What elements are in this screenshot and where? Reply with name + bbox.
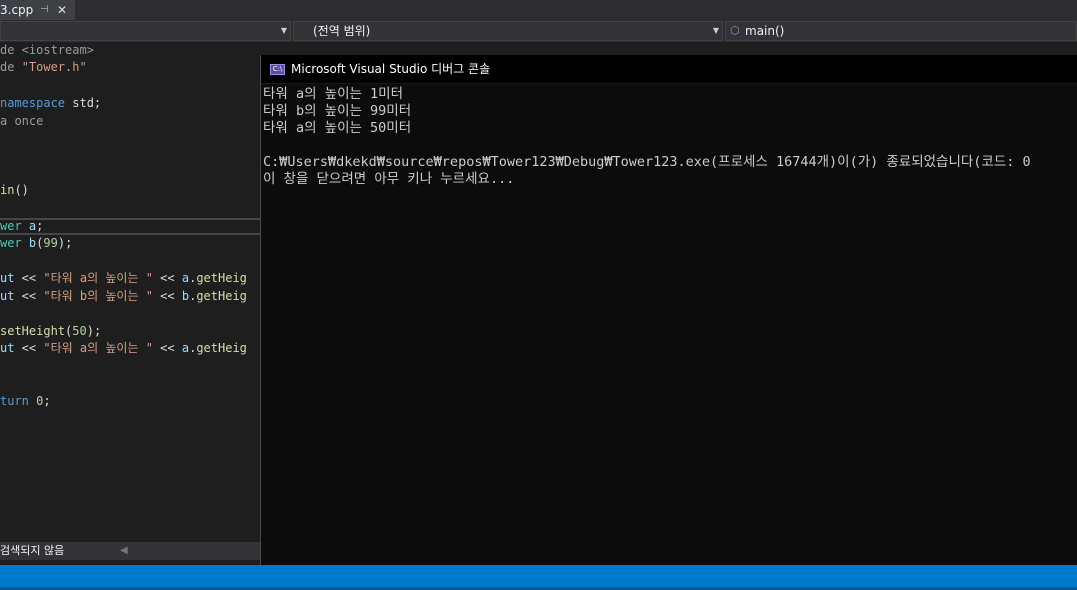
console-line: 이 창을 닫으려면 아무 키나 누르세요... [263, 171, 515, 187]
chevron-down-icon: ▼ [712, 26, 719, 35]
code-line: turn 0; [0, 394, 51, 408]
document-tab[interactable]: 3.cpp ⊣ ✕ [0, 0, 75, 20]
scroll-left-icon[interactable]: ◀ [120, 542, 128, 560]
close-icon[interactable]: ✕ [57, 0, 67, 20]
chevron-down-icon: ▼ [280, 26, 287, 35]
code-line: a once [0, 114, 44, 128]
code-line: wer a; [0, 219, 44, 233]
method-icon: ⬡ [730, 24, 740, 37]
function-dropdown[interactable]: ⬡ main() [725, 21, 1077, 41]
console-title: Microsoft Visual Studio 디버그 콘솔 [291, 62, 491, 76]
console-titlebar[interactable]: C:\ Microsoft Visual Studio 디버그 콘솔 [261, 55, 1077, 84]
console-line: C:₩Users₩dkekd₩source₩repos₩Tower123₩Deb… [263, 154, 1031, 170]
navigation-bar: ▼ (전역 범위) ▼ ⬡ main() [0, 20, 1077, 42]
tab-filename: 3.cpp [0, 3, 34, 17]
code-line: ut << "타워 a의 높이는 " << a.getHeig [0, 341, 247, 355]
pin-icon[interactable]: ⊣ [40, 0, 49, 20]
document-tab-strip: 3.cpp ⊣ ✕ [0, 0, 1077, 20]
code-line: namespace std; [0, 96, 102, 110]
debug-console-window[interactable]: C:\ Microsoft Visual Studio 디버그 콘솔 타워 a의… [260, 55, 1077, 565]
console-line: 타워 b의 높이는 99미터 [263, 103, 412, 119]
code-line: wer b(99); [0, 236, 73, 250]
console-line: 타워 a의 높이는 50미터 [263, 120, 412, 136]
console-app-icon: C:\ [270, 64, 285, 75]
code-line: ut << "타워 a의 높이는 " << a.getHeig [0, 271, 247, 285]
code-line: in() [0, 183, 29, 197]
issues-status[interactable]: 검색되지 않음 [0, 544, 64, 557]
status-bar [0, 565, 1077, 590]
code-editor[interactable]: de <iostream> de "Tower.h" namespace std… [0, 42, 262, 542]
editor-status-line: 검색되지 않음 ◀ [0, 542, 262, 560]
console-line: 타워 a의 높이는 1미터 [263, 86, 403, 102]
code-line: de <iostream> [0, 43, 94, 57]
scope-dropdown[interactable]: (전역 범위) ▼ [293, 21, 723, 41]
code-line: setHeight(50); [0, 324, 102, 338]
function-label: main() [745, 24, 785, 38]
console-output[interactable]: 타워 a의 높이는 1미터 타워 b의 높이는 99미터 타워 a의 높이는 5… [263, 86, 1077, 556]
scope-label: (전역 범위) [313, 24, 371, 38]
project-dropdown[interactable]: ▼ [0, 21, 291, 41]
code-line: de "Tower.h" [0, 60, 87, 74]
code-line: ut << "타워 b의 높이는 " << b.getHeig [0, 289, 247, 303]
